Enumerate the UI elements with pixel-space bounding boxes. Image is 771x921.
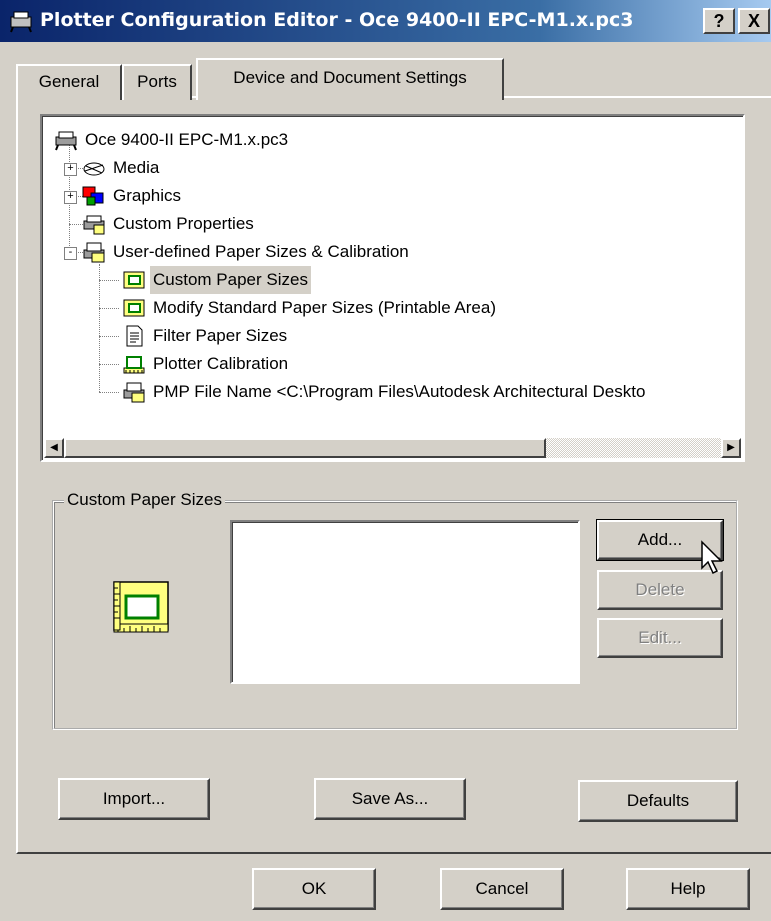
mouse-pointer-icon <box>701 540 723 575</box>
import-button[interactable]: Import... <box>58 778 210 820</box>
group-legend: Custom Paper Sizes <box>64 490 225 510</box>
expand-icon[interactable]: + <box>64 191 77 204</box>
scroll-thumb[interactable] <box>64 438 546 458</box>
calibration-icon <box>123 356 145 374</box>
edit-button[interactable]: Edit... <box>597 618 723 658</box>
plotter-properties-icon <box>83 215 105 235</box>
scroll-right-button[interactable]: ▶ <box>721 438 741 458</box>
expand-icon[interactable]: + <box>64 163 77 176</box>
plotter-icon <box>10 11 32 33</box>
user-defined-paper-icon <box>83 242 105 263</box>
help-title-button[interactable]: ? <box>703 8 735 34</box>
plotter-icon <box>55 131 77 151</box>
modify-paper-icon <box>123 299 145 317</box>
graphics-icon <box>82 186 104 206</box>
tree-item-label: Custom Properties <box>113 214 254 233</box>
close-button[interactable]: X <box>738 8 770 34</box>
filter-document-icon <box>126 325 143 347</box>
scroll-left-button[interactable]: ◀ <box>44 438 64 458</box>
defaults-button[interactable]: Defaults <box>578 780 738 822</box>
tab-general[interactable]: General <box>16 64 122 100</box>
tree-item-label: Media <box>113 158 160 177</box>
custom-paper-size-icon <box>113 581 169 633</box>
tree-root-label: Oce 9400-II EPC-M1.x.pc3 <box>85 130 289 149</box>
cancel-button[interactable]: Cancel <box>440 868 564 910</box>
tree-item-label: Filter Paper Sizes <box>153 326 288 345</box>
tree-item-label: PMP File Name <C:\Program Files\Autodesk… <box>153 382 646 401</box>
ok-button[interactable]: OK <box>252 868 376 910</box>
pmp-file-icon <box>123 382 145 403</box>
tab-ports[interactable]: Ports <box>122 64 192 100</box>
tree-item-label: User-defined Paper Sizes & Calibration <box>113 242 409 261</box>
tree-item-label: Plotter Calibration <box>153 354 289 373</box>
settings-tree[interactable]: Oce 9400-II EPC-M1.x.pc3 + Media + Graph… <box>40 114 745 462</box>
title-bar: Plotter Configuration Editor - Oce 9400-… <box>0 0 771 42</box>
tab-device-and-document-settings[interactable]: Device and Document Settings <box>196 58 504 100</box>
tree-item-label: Modify Standard Paper Sizes (Printable A… <box>153 298 497 317</box>
help-button[interactable]: Help <box>626 868 750 910</box>
window-title: Plotter Configuration Editor - Oce 9400-… <box>40 9 634 31</box>
horizontal-scrollbar[interactable]: ◀ ▶ <box>44 438 741 458</box>
tree-item-label: Custom Paper Sizes <box>150 266 311 294</box>
custom-paper-sizes-list[interactable] <box>230 520 580 684</box>
tree-item-label: Graphics <box>113 186 182 205</box>
custom-paper-icon <box>123 271 145 289</box>
delete-button[interactable]: Delete <box>597 570 723 610</box>
save-as-button[interactable]: Save As... <box>314 778 466 820</box>
media-icon <box>83 162 105 176</box>
collapse-icon[interactable]: - <box>64 247 77 260</box>
